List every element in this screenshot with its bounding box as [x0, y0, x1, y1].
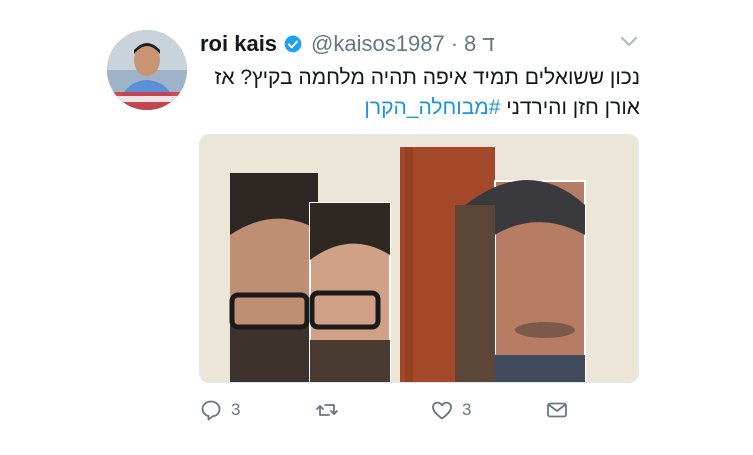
author-handle[interactable]: @kaisos1987: [311, 31, 445, 57]
envelope-icon: [547, 402, 567, 418]
tweet-text-line-2: אורן חזן והירדני #מבוחלה_הקרן: [200, 93, 640, 123]
avatar[interactable]: [107, 30, 187, 110]
tweet-text: נכון ששואלים תמיד איפה תהיה מלחמה בקיץ? …: [200, 63, 640, 123]
tweet-timestamp[interactable]: 8 ד: [464, 31, 495, 57]
tweet-media[interactable]: [199, 134, 639, 383]
like-count: 3: [462, 400, 472, 419]
tweet-text-line-1: נכון ששואלים תמיד איפה תהיה מלחמה בקיץ? …: [214, 66, 640, 89]
avatar-image: [107, 30, 187, 110]
tweet-header: roi kais @kaisos1987 · 8 ד: [200, 30, 495, 58]
reply-icon: [201, 400, 221, 421]
reply-button[interactable]: 3: [199, 395, 240, 425]
retweet-button[interactable]: [315, 395, 347, 425]
header-separator: ·: [450, 31, 459, 56]
direct-message-button[interactable]: [545, 395, 569, 425]
tweet-actions: 3 3: [0, 395, 753, 425]
tweet-text-line-2-plain: אורן חזן והירדני: [500, 96, 640, 119]
chevron-down-icon[interactable]: [620, 36, 638, 48]
heart-icon: [432, 401, 452, 420]
reply-count: 3: [231, 400, 241, 419]
tweet-card[interactable]: roi kais @kaisos1987 · 8 ד נכון ששואלים …: [0, 0, 753, 455]
verified-badge-icon: [284, 35, 302, 53]
author-name[interactable]: roi kais: [200, 31, 277, 57]
like-button[interactable]: 3: [430, 395, 471, 425]
hashtag-link[interactable]: #מבוחלה_הקרן: [364, 96, 500, 119]
media-image: [200, 135, 638, 382]
retweet-icon: [316, 404, 338, 416]
